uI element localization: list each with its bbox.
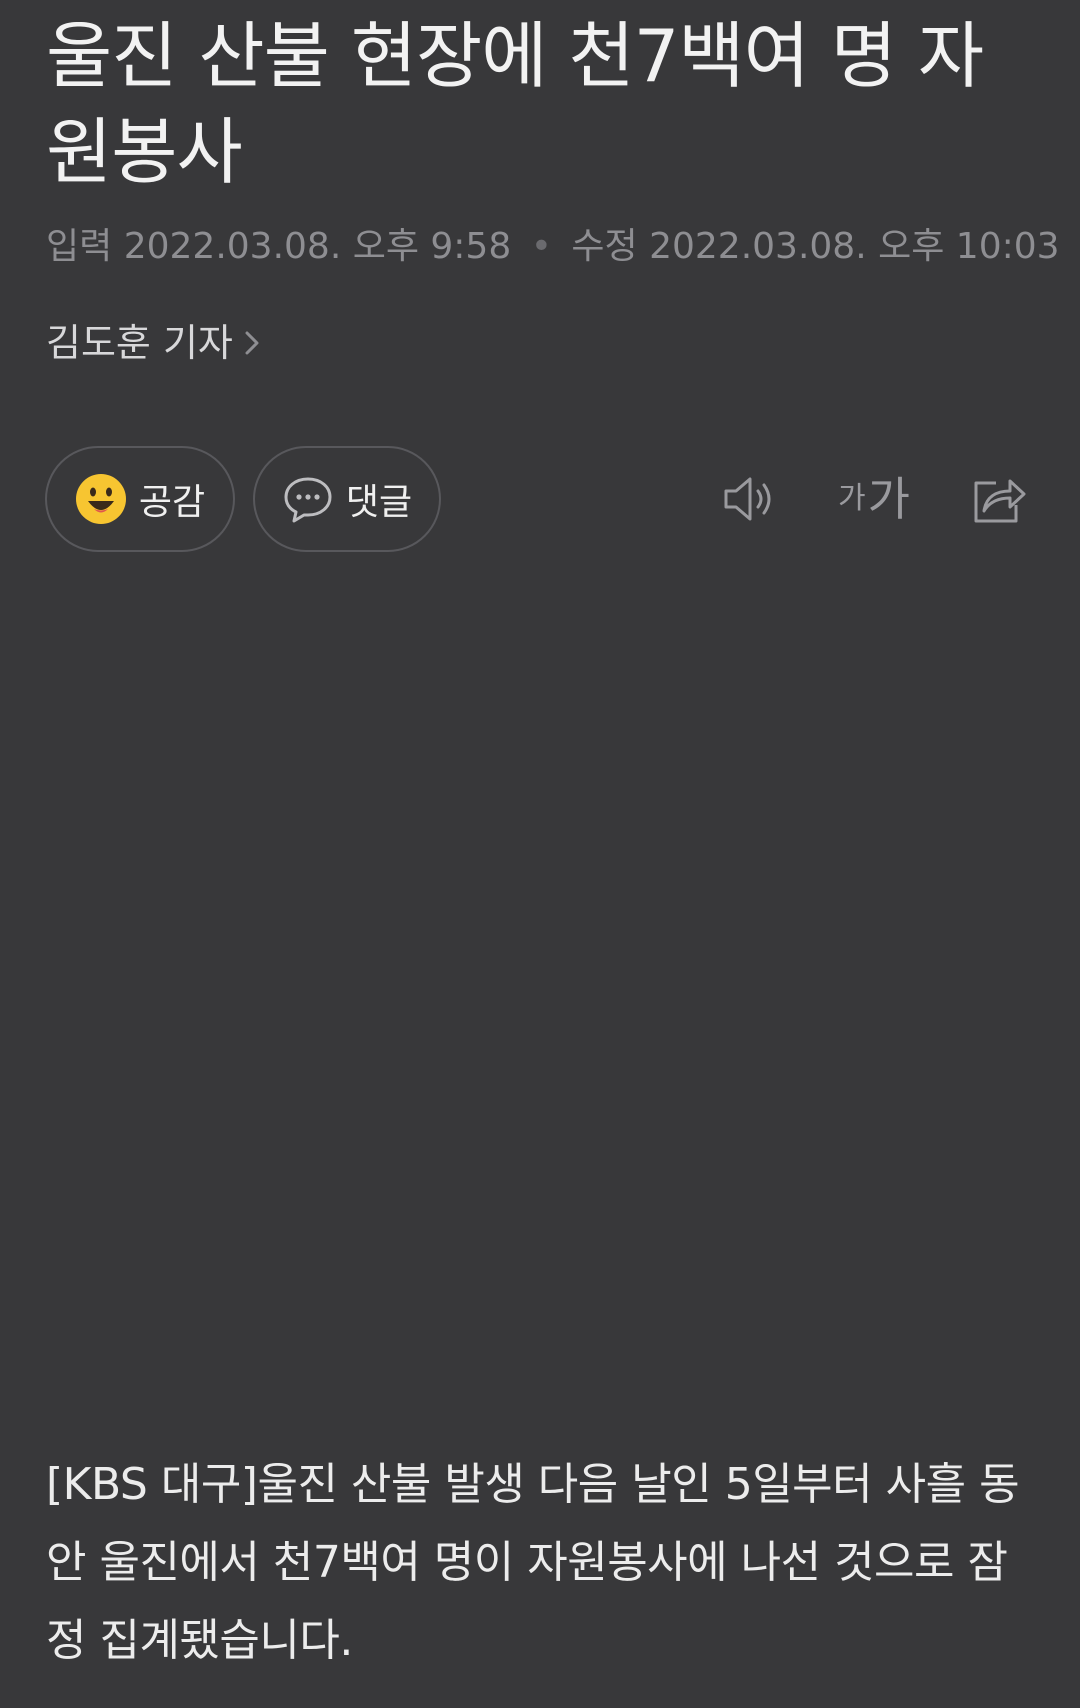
updated-date: 2022.03.08. 오후 10:03 <box>649 226 1060 267</box>
font-size-button[interactable]: 가 가 <box>836 468 912 530</box>
updated-label: 수정 <box>571 226 638 267</box>
speech-bubble-icon <box>284 477 332 523</box>
comment-button[interactable]: 댓글 <box>253 446 441 552</box>
article-media-area <box>0 600 1080 1400</box>
comment-label: 댓글 <box>345 482 413 523</box>
published-date: 2022.03.08. 오후 9:58 <box>123 226 512 267</box>
like-button[interactable]: 공감 <box>45 446 235 552</box>
article-title: 울진 산불 현장에 천7백여 명 자원봉사 <box>46 14 984 194</box>
article-timestamps: 입력 2022.03.08. 오후 9:58 • 수정 2022.03.08. … <box>46 222 1060 272</box>
font-size-large: 가 <box>867 472 910 526</box>
text-to-speech-button[interactable] <box>718 468 782 530</box>
share-icon <box>974 479 1026 523</box>
reporter-link[interactable]: 김도훈 기자 <box>46 318 261 368</box>
chevron-right-icon <box>245 331 259 355</box>
share-button[interactable] <box>968 468 1030 530</box>
font-size-small: 가 <box>838 481 866 516</box>
published-label: 입력 <box>46 226 113 267</box>
meta-separator: • <box>530 226 552 267</box>
like-label: 공감 <box>138 482 206 523</box>
speaker-icon <box>724 477 771 521</box>
article-body: [KBS 대구]울진 산불 발생 다음 날인 5일부터 사흘 동안 울진에서 천… <box>46 1459 1020 1666</box>
reporter-name: 김도훈 기자 <box>46 321 233 365</box>
smiley-icon <box>75 474 126 524</box>
